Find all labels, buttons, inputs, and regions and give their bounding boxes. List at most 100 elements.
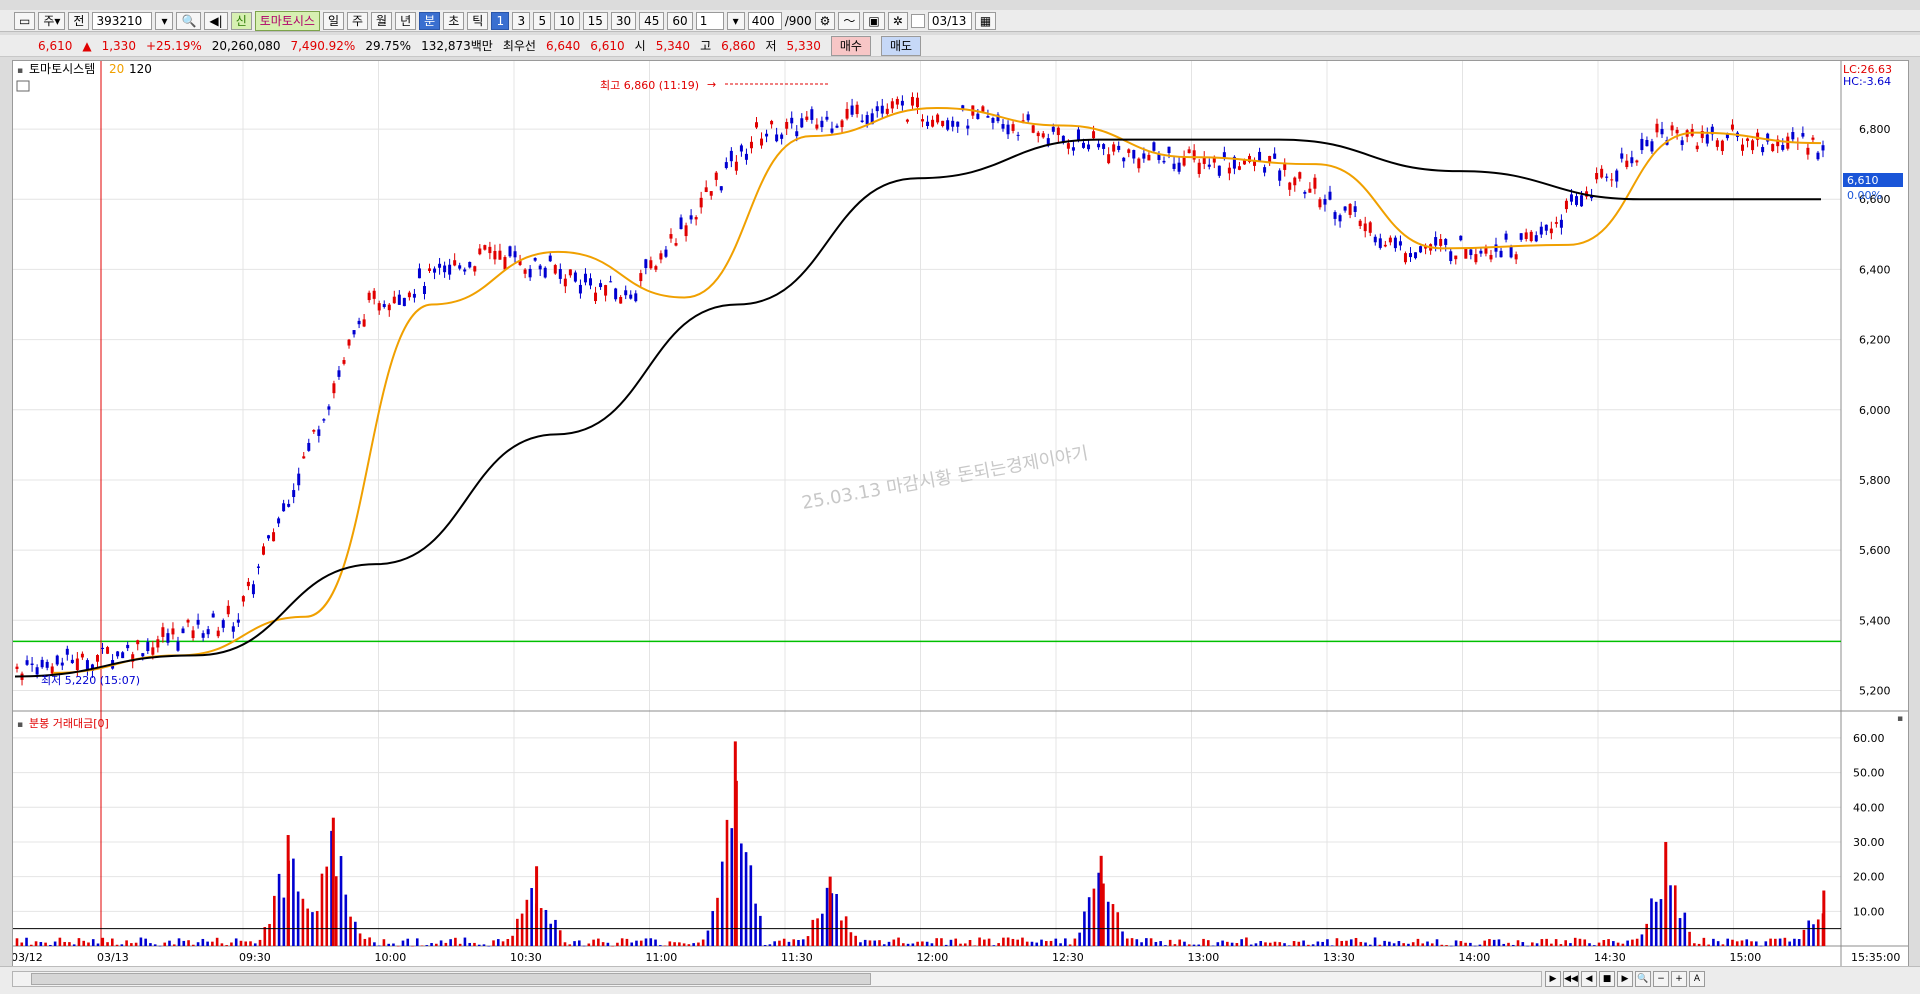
volume-bar: [1812, 924, 1815, 946]
stock-name-field[interactable]: 토마토시스: [254, 10, 320, 31]
candle-body: [744, 153, 748, 160]
candle-body: [1821, 145, 1825, 151]
calendar-icon[interactable]: ▦: [974, 11, 997, 30]
volume-bar: [215, 937, 219, 946]
volume-bar: [496, 939, 500, 946]
zoom-out-icon[interactable]: −: [1653, 971, 1669, 987]
candle-body: [931, 119, 935, 127]
volume-bar: [692, 943, 695, 946]
volume-panel-scroll-icon[interactable]: ▪: [1897, 714, 1903, 724]
zoom-search-icon[interactable]: 🔍: [1635, 971, 1651, 987]
horizontal-scrollbar[interactable]: [12, 971, 1542, 987]
volume-bar: [944, 944, 948, 946]
volume-bar: [1726, 938, 1729, 946]
table-toggle-icon[interactable]: [16, 80, 30, 92]
minute-1-button[interactable]: 1: [491, 11, 510, 30]
volume-peak-bar: [828, 876, 832, 946]
scrollbar-thumb[interactable]: [31, 973, 871, 985]
candle-body: [1036, 132, 1040, 137]
candle-body: [70, 659, 74, 664]
volume-bar: [1416, 938, 1420, 946]
period-week-button[interactable]: 주: [347, 11, 369, 30]
candle-body: [1695, 145, 1699, 150]
candle-body: [407, 292, 411, 298]
minute-45-button[interactable]: 45: [639, 11, 665, 30]
volume-bar: [1411, 942, 1415, 946]
volume-bar: [387, 943, 390, 946]
time-tick-label: 15:35:00: [1851, 951, 1900, 964]
high-price: 6,860: [721, 38, 756, 53]
interval-input[interactable]: 1: [695, 11, 724, 30]
layout-icon[interactable]: ▭: [14, 11, 36, 30]
volume-tick-label: 20.00: [1853, 871, 1885, 884]
volume-bar: [744, 852, 748, 946]
period-second-button[interactable]: 초: [443, 11, 465, 30]
volume-panel-menu-icon[interactable]: ▪: [17, 720, 23, 730]
rewind-icon[interactable]: ◀◀: [1563, 971, 1579, 987]
auto-fit-icon[interactable]: A: [1689, 971, 1705, 987]
volume-peak-bar: [1664, 841, 1668, 946]
prev-icon[interactable]: ◀: [1581, 971, 1597, 987]
minute-15-button[interactable]: 15: [582, 11, 608, 30]
candle-body: [196, 619, 200, 625]
volume-bar: [230, 942, 233, 946]
save-icon[interactable]: ▣: [863, 11, 885, 30]
volume-bar: [1283, 943, 1286, 946]
gear-icon[interactable]: ✲: [887, 11, 908, 30]
period-month-button[interactable]: 월: [371, 11, 393, 30]
period-minute-button[interactable]: 분: [419, 11, 441, 30]
period-year-button[interactable]: 년: [395, 11, 417, 30]
candle-body: [463, 269, 467, 272]
volume-tick-label: 30.00: [1853, 836, 1885, 849]
next-icon[interactable]: ▶: [1617, 971, 1633, 987]
volume-bar: [1631, 939, 1634, 946]
chevron-down-icon[interactable]: ▾: [726, 11, 745, 30]
count-input[interactable]: 400: [747, 11, 782, 30]
candle-body: [1167, 146, 1171, 153]
candle-body: [493, 250, 497, 260]
zoom-in-icon[interactable]: +: [1671, 971, 1687, 987]
candle-body: [1117, 145, 1121, 150]
volume-bar: [663, 945, 667, 947]
period-day-button[interactable]: 일: [322, 11, 344, 30]
speaker-icon[interactable]: ◀|: [204, 11, 228, 30]
volume-bar: [740, 843, 743, 946]
period-tick-button[interactable]: 틱: [467, 11, 489, 30]
line-tool-icon[interactable]: 〜: [838, 11, 861, 30]
date-checkbox[interactable]: [910, 13, 925, 28]
panel-menu-icon[interactable]: ▪: [17, 66, 23, 76]
stop-icon[interactable]: ■: [1599, 971, 1615, 987]
volume-bar: [163, 942, 167, 946]
market-select[interactable]: 주 ▾: [38, 11, 66, 30]
candle-body: [528, 268, 532, 278]
chart-area[interactable]: 25.03.13 마감시황 돈되는경제이야기 ▪ 토마토시스템 20 120 L…: [11, 60, 1909, 968]
indicator-icon[interactable]: ⚙: [814, 11, 836, 30]
volume-bar: [53, 941, 57, 946]
candle-body: [810, 109, 814, 120]
sell-button[interactable]: 매도: [880, 35, 922, 56]
minute-30-button[interactable]: 30: [610, 11, 637, 30]
dropdown-icon[interactable]: ▾: [155, 11, 174, 30]
date-input[interactable]: 03/13: [927, 11, 972, 30]
volume-bar: [1302, 940, 1305, 946]
minute-60-button[interactable]: 60: [667, 11, 693, 30]
period-type-select[interactable]: 전: [68, 11, 90, 30]
volume-bar: [859, 942, 862, 946]
minute-10-button[interactable]: 10: [554, 11, 580, 30]
play-icon[interactable]: ▶: [1545, 971, 1561, 987]
candle-body: [201, 633, 205, 638]
candle-body: [106, 647, 110, 654]
candle-body: [85, 660, 89, 670]
stock-code-input[interactable]: 393210: [92, 11, 153, 30]
candle-body: [231, 626, 235, 632]
volume-bar: [258, 939, 262, 946]
candle-body: [986, 116, 990, 118]
buy-button[interactable]: 매수: [830, 35, 871, 56]
candle-body: [1308, 188, 1312, 193]
volume-bar: [1435, 939, 1439, 946]
search-icon[interactable]: 🔍: [176, 11, 202, 30]
minute-3-button[interactable]: 3: [512, 11, 531, 30]
candle-body: [830, 128, 834, 133]
candle-body: [724, 162, 728, 168]
minute-5-button[interactable]: 5: [533, 11, 552, 30]
